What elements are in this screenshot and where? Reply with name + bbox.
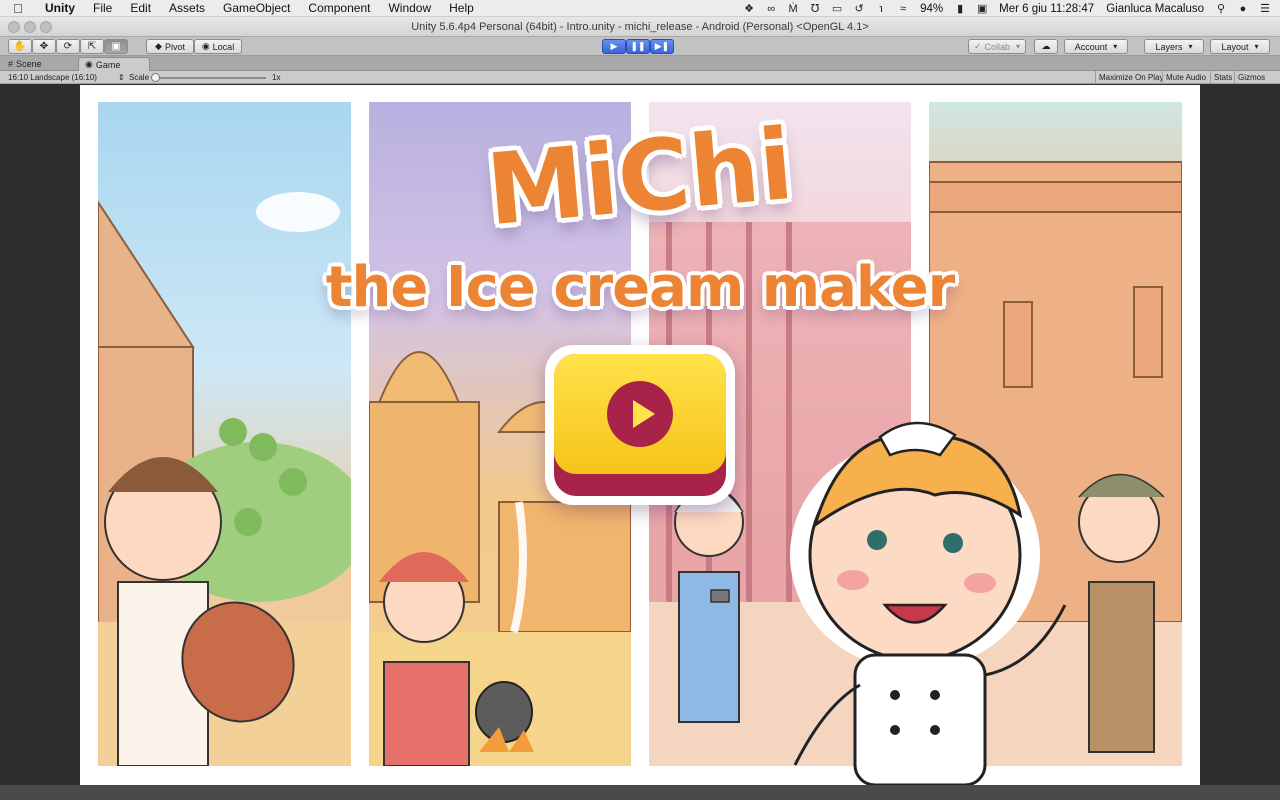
- play-icon: [607, 381, 673, 447]
- menu-assets[interactable]: Assets: [160, 0, 214, 17]
- tab-scene-label: Scene: [16, 59, 42, 69]
- scale-value: 1x: [272, 73, 281, 82]
- menu-file[interactable]: File: [84, 0, 121, 17]
- view-tab-bar: # Scene ◉ Game: [0, 56, 1280, 71]
- siri-icon[interactable]: ●: [1232, 3, 1254, 15]
- start-game-button[interactable]: [545, 345, 735, 505]
- play-mode-icon: ▶: [610, 41, 618, 51]
- scale-label: Scale: [129, 73, 150, 82]
- move-icon: ✥: [39, 41, 49, 52]
- menu-window[interactable]: Window: [379, 0, 440, 17]
- clock[interactable]: Mer 6 giu 11:28:47: [993, 3, 1100, 15]
- collab-check-icon: ✓: [973, 41, 982, 51]
- pause-button[interactable]: ❚❚: [626, 39, 650, 54]
- tab-game[interactable]: ◉ Game: [78, 57, 150, 71]
- battery-icon[interactable]: ▮: [949, 2, 971, 15]
- airplay-icon[interactable]: ▭: [826, 2, 848, 15]
- scale-slider-thumb[interactable]: [151, 73, 160, 82]
- local-icon: ◉: [201, 41, 210, 51]
- m-icon[interactable]: ℧: [804, 2, 826, 15]
- input-icon[interactable]: ▣: [971, 2, 993, 15]
- battery-percent[interactable]: 94%: [914, 3, 949, 15]
- pivot-button[interactable]: ◆ Pivot: [146, 39, 194, 54]
- cloud-button[interactable]: ☁: [1034, 39, 1058, 54]
- close-window-button[interactable]: [8, 21, 20, 33]
- user-name[interactable]: Gianluca Macaluso: [1100, 3, 1210, 15]
- rect-icon: ▣: [111, 41, 121, 52]
- aspect-dropdown[interactable]: 16:10 Landscape (16:10): [8, 71, 97, 84]
- aspect-dropdown-arrow[interactable]: ⇕: [118, 71, 125, 84]
- window-title-bar: Unity 5.6.4p4 Personal (64bit) - Intro.u…: [0, 17, 1280, 37]
- maximize-on-play-toggle[interactable]: Maximize On Play: [1095, 71, 1166, 84]
- hand-tool-button[interactable]: ✋: [8, 39, 32, 54]
- window-title: Unity 5.6.4p4 Personal (64bit) - Intro.u…: [411, 21, 869, 33]
- rect-tool-button[interactable]: ▣: [104, 39, 128, 54]
- gizmos-dropdown[interactable]: Gizmos: [1234, 71, 1268, 84]
- menu-bar:  Unity File Edit Assets GameObject Comp…: [0, 0, 1280, 17]
- move-tool-button[interactable]: ✥: [32, 39, 56, 54]
- minimize-window-button[interactable]: [24, 21, 36, 33]
- game-view-bar: 16:10 Landscape (16:10) ⇕ Scale 1x Maxim…: [0, 71, 1280, 84]
- search-icon[interactable]: ⚲: [1210, 2, 1232, 15]
- scale-icon: ⇱: [87, 41, 97, 52]
- menu-help[interactable]: Help: [440, 0, 483, 17]
- roman-illustration: [98, 192, 351, 766]
- cloud-icon: ☁: [1041, 41, 1051, 51]
- scale-slider-track[interactable]: [156, 77, 266, 79]
- scale-tool-button[interactable]: ⇱: [80, 39, 104, 54]
- layout-label: Layout: [1221, 41, 1249, 52]
- collab-dropdown[interactable]: ✓ Collab: [968, 39, 1026, 54]
- time-machine-icon[interactable]: ↺: [848, 2, 870, 15]
- tab-game-label: Game: [95, 59, 121, 70]
- status-strip: [0, 785, 1280, 800]
- account-label: Account: [1074, 41, 1108, 52]
- m-icon[interactable]: Ṁ: [782, 3, 804, 15]
- hand-icon: ✋: [13, 41, 27, 52]
- pause-icon: ❚❚: [630, 41, 646, 51]
- bluetooth-icon[interactable]: ℩: [870, 2, 892, 15]
- pivot-label: Pivot: [164, 41, 185, 52]
- rotate-icon: ⟳: [63, 41, 73, 52]
- play-mode-button[interactable]: ▶: [602, 39, 626, 54]
- menu-component[interactable]: Component: [299, 0, 379, 17]
- scene-tab-icon: #: [8, 59, 14, 69]
- apple-icon[interactable]: : [0, 1, 36, 16]
- chef-michi-character: [790, 421, 1067, 785]
- menu-gameobject[interactable]: GameObject: [214, 0, 299, 17]
- rotate-tool-button[interactable]: ⟳: [56, 39, 80, 54]
- stats-toggle[interactable]: Stats: [1210, 71, 1235, 84]
- tab-scene[interactable]: # Scene: [2, 57, 48, 71]
- step-icon: ▶❚: [654, 41, 670, 51]
- game-tab-icon: ◉: [85, 59, 93, 69]
- layers-label: Layers: [1155, 41, 1183, 52]
- local-label: Local: [212, 41, 235, 52]
- wifi-icon[interactable]: ≈: [892, 3, 914, 15]
- menu-app-unity[interactable]: Unity: [36, 0, 84, 17]
- collab-label: Collab: [984, 41, 1011, 52]
- dropbox-icon[interactable]: ❖: [738, 2, 760, 15]
- zoom-window-button[interactable]: [40, 21, 52, 33]
- unity-toolbar: ✋ ✥ ⟳ ⇱ ▣ ◆ Pivot ◉ Local ▶ ❚❚ ▶❚ ✓ Collab …: [0, 37, 1280, 56]
- play-button-top: [554, 354, 726, 474]
- local-button[interactable]: ◉ Local: [194, 39, 242, 54]
- layers-dropdown[interactable]: Layers: [1144, 39, 1204, 54]
- game-screen[interactable]: MiChi the Ice cream maker: [80, 85, 1200, 785]
- creative-cloud-icon[interactable]: ∞: [760, 3, 782, 15]
- step-button[interactable]: ▶❚: [650, 39, 674, 54]
- play-button-face: [554, 354, 726, 496]
- mute-audio-toggle[interactable]: Mute Audio: [1162, 71, 1209, 84]
- menu-edit[interactable]: Edit: [121, 0, 160, 17]
- list-icon[interactable]: ☰: [1254, 2, 1276, 15]
- play-triangle: [633, 400, 655, 428]
- story-panel-roman: [98, 102, 351, 766]
- layout-dropdown[interactable]: Layout: [1210, 39, 1270, 54]
- account-dropdown[interactable]: Account: [1064, 39, 1128, 54]
- pivot-icon: ◆: [155, 41, 162, 51]
- game-subtitle: the Ice cream maker: [325, 255, 956, 320]
